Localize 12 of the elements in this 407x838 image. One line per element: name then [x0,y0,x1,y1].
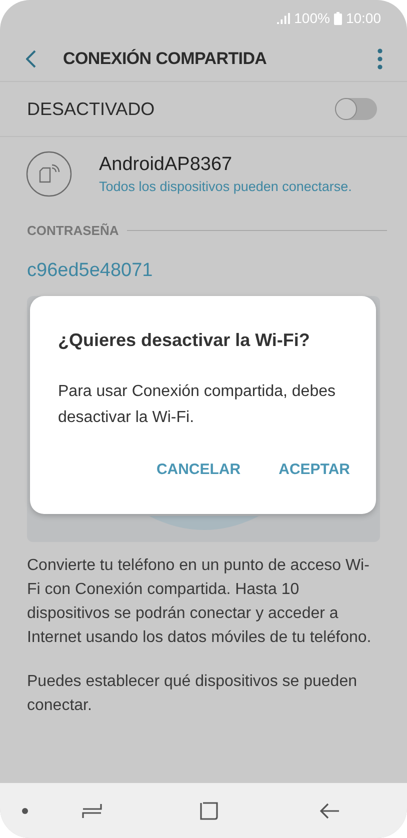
dialog-button[interactable]: ACEPTAR [278,457,350,482]
switch-label: DESACTIVADO [27,98,155,120]
description-paragraph: Convierte tu teléfono en un punto de acceso Wi-Fi con Conexión compartida. Hasta 10 dispositivos se podrán conectar y acceder a Internet usando los datos móviles de tu teléfono. [27,556,372,648]
password-value: c96ed5e48071 [26,259,154,282]
page-title: CONEXIÓN COMPARTIDA [63,48,268,68]
description-paragraph: Puedes establecer qué dispositivos se pueden conectar. [27,672,358,716]
dialog-message: Para usar Conexión compartida, debes desactivar la Wi-Fi. [58,382,336,428]
network-access-note: Todos los dispositivos pueden conectarse. [99,179,352,194]
dialog-title: ¿Quieres desactivar la Wi-Fi? [58,330,311,351]
section-heading: CONTRASEÑA [27,223,119,238]
dialog-button[interactable]: CANCELAR [156,457,241,482]
network-name: AndroidAP8367 [99,154,234,176]
